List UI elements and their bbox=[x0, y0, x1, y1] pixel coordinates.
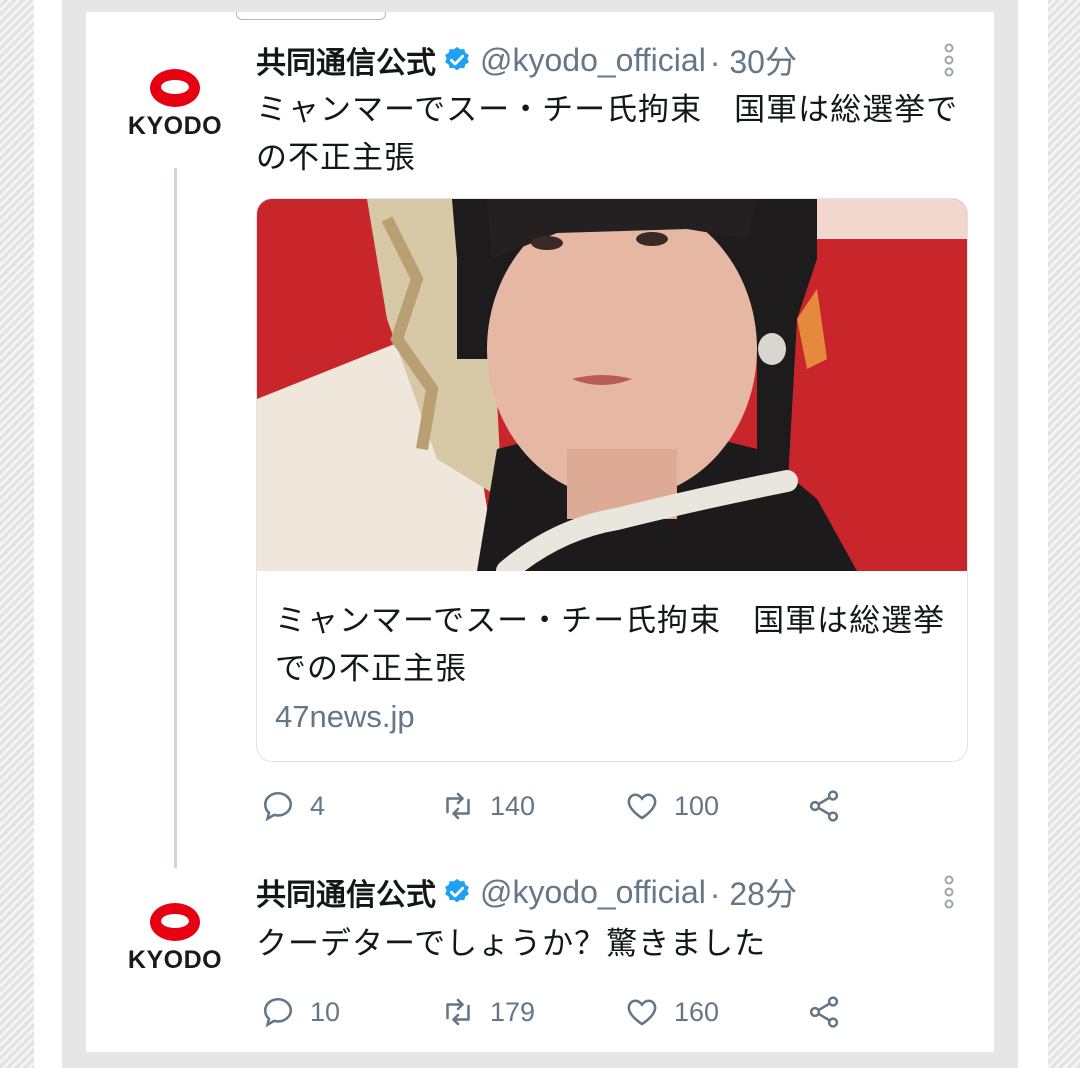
card-domain: 47news.jp bbox=[275, 699, 415, 734]
kyodo-logo-mark bbox=[150, 69, 200, 107]
article-photo[interactable] bbox=[257, 199, 968, 571]
like-count: 160 bbox=[674, 996, 720, 1027]
heart-icon bbox=[627, 793, 657, 820]
tweet-timestamp[interactable]: · 28分 bbox=[710, 869, 797, 915]
retweet-icon bbox=[446, 998, 470, 1026]
link-preview-card[interactable]: ミャンマーでスー・チー氏拘束 国軍は総選挙での不正主張 47news.jp bbox=[256, 198, 968, 762]
avatar-wordmark: KYODO bbox=[127, 946, 223, 974]
tweet-text: クーデターでしょうか？驚きました bbox=[256, 926, 767, 962]
thread-connector-line bbox=[174, 168, 177, 868]
reply-button[interactable]: 10 bbox=[260, 992, 340, 1032]
share-button[interactable] bbox=[806, 786, 842, 826]
tweet-actions: 4 140 100 bbox=[256, 786, 896, 826]
retweet-count: 140 bbox=[490, 790, 536, 821]
reply-count: 4 bbox=[310, 790, 326, 821]
reply-count: 10 bbox=[310, 996, 341, 1027]
retweet-count: 179 bbox=[490, 996, 536, 1027]
retweet-button[interactable]: 140 bbox=[440, 786, 535, 826]
avatar-kyodo[interactable]: KYODO bbox=[120, 66, 230, 146]
reply-button[interactable]: 4 bbox=[260, 786, 325, 826]
tweet-timestamp[interactable]: · 30分 bbox=[710, 37, 797, 83]
avatar-kyodo[interactable]: KYODO bbox=[120, 900, 230, 980]
reply-icon bbox=[263, 997, 293, 1028]
tweet-header: 共同通信公式 @kyodo_official · 30分 bbox=[256, 38, 797, 82]
verified-badge-icon bbox=[445, 46, 469, 71]
like-button[interactable]: 160 bbox=[624, 992, 719, 1032]
more-vertical-icon[interactable] bbox=[942, 874, 956, 910]
avatar-wordmark: KYODO bbox=[127, 112, 223, 140]
previous-item-edge bbox=[236, 12, 386, 20]
kyodo-logo-mark bbox=[150, 903, 200, 941]
verified-badge-icon bbox=[445, 878, 469, 903]
card-title: ミャンマーでスー・チー氏拘束 国軍は総選挙での不正主張 bbox=[275, 603, 946, 687]
more-vertical-icon[interactable] bbox=[942, 42, 956, 78]
display-name[interactable]: 共同通信公式 bbox=[256, 870, 436, 914]
tweet-text: ミャンマーでスー・チー氏拘束 国軍は総選挙での不正主張 bbox=[256, 92, 959, 176]
like-count: 100 bbox=[674, 790, 720, 821]
reply-icon bbox=[263, 791, 293, 822]
tweet-header: 共同通信公式 @kyodo_official · 28分 bbox=[256, 870, 797, 914]
heart-icon bbox=[627, 999, 657, 1026]
tweet-actions: 10 179 160 bbox=[256, 992, 896, 1032]
retweet-button[interactable]: 179 bbox=[440, 992, 535, 1032]
display-name[interactable]: 共同通信公式 bbox=[256, 38, 436, 82]
like-button[interactable]: 100 bbox=[624, 786, 719, 826]
user-handle[interactable]: @kyodo_official bbox=[480, 874, 706, 911]
share-icon bbox=[809, 790, 839, 822]
share-icon bbox=[809, 996, 839, 1028]
share-button[interactable] bbox=[806, 992, 842, 1032]
retweet-icon bbox=[446, 792, 470, 820]
user-handle[interactable]: @kyodo_official bbox=[480, 42, 706, 79]
